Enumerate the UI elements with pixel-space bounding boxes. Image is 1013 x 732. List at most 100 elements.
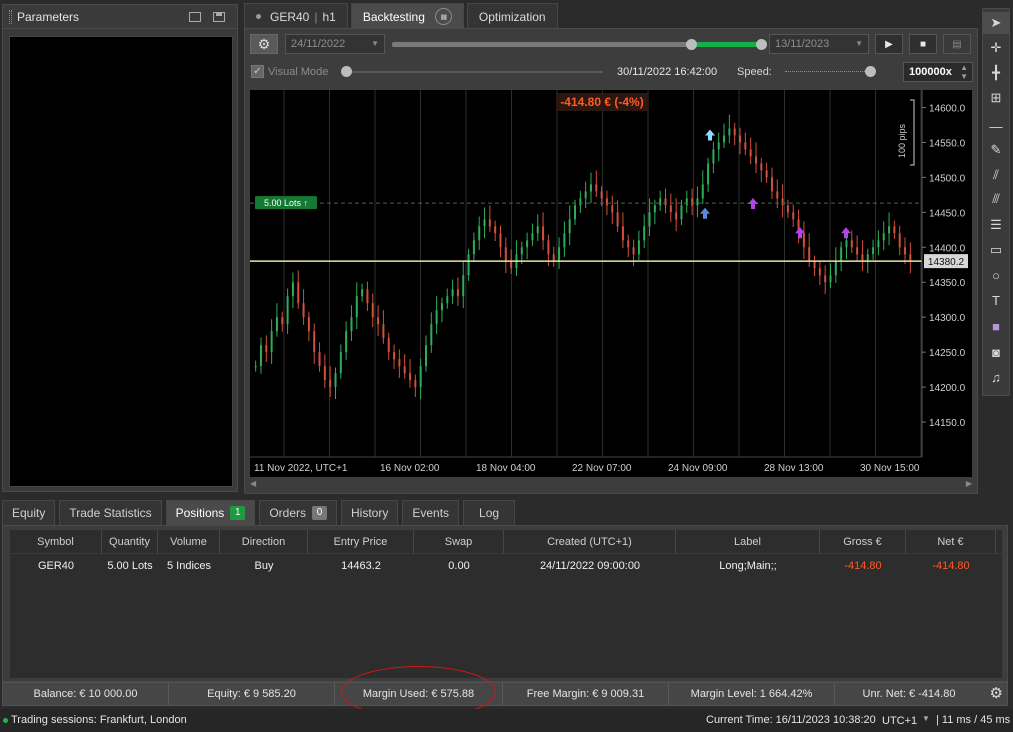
column-header[interactable]: Created (UTC+1) xyxy=(504,530,676,554)
candle-body xyxy=(488,219,491,227)
end-knob[interactable] xyxy=(756,39,767,50)
ellipse-icon[interactable]: ○ xyxy=(983,264,1009,286)
margin-used-value: Margin Used: € 575.88 xyxy=(335,683,503,705)
column-header[interactable]: Symbol xyxy=(10,530,102,554)
zoom-icon[interactable]: ⊞ xyxy=(983,87,1009,109)
timezone-select[interactable]: UTC+1 xyxy=(882,715,917,727)
tab-events[interactable]: Events xyxy=(402,500,460,525)
start-date-input[interactable]: 24/11/2022 ▼ xyxy=(285,34,385,54)
spinner-icon[interactable]: ▲ ▼ xyxy=(960,63,968,81)
candle-body xyxy=(621,226,624,241)
scroll-right-icon[interactable]: ▶ xyxy=(966,479,972,488)
open-folder-icon[interactable] xyxy=(189,11,201,22)
lots-label: 5.00 Lots ↑ xyxy=(264,198,308,208)
settings-gear-button[interactable]: ⚙ xyxy=(250,34,278,54)
chevron-down-icon: ▼ xyxy=(371,39,379,48)
alert-bell-icon[interactable]: ♫ xyxy=(983,366,1009,388)
candle-body xyxy=(254,366,257,368)
candle-body xyxy=(275,317,278,332)
table-row[interactable]: GER40 5.00 Lots 5 Indices Buy 14463.2 0.… xyxy=(10,554,1002,578)
camera-icon[interactable]: ◙ xyxy=(983,341,1009,363)
visual-mode-knob[interactable] xyxy=(341,66,352,77)
time-tick-label: 18 Nov 04:00 xyxy=(476,463,536,474)
candle-body xyxy=(717,142,720,150)
column-header[interactable]: Volume xyxy=(158,530,220,554)
crosshair-icon[interactable]: ✛ xyxy=(983,37,1009,59)
chart-horizontal-scrollbar[interactable]: ◀ ▶ xyxy=(250,478,972,490)
candle-body xyxy=(440,303,443,311)
symbol-label: GER40 xyxy=(270,9,310,24)
tab-equity[interactable]: Equity xyxy=(2,500,56,525)
crosshair-cursor-icon[interactable]: ╋ xyxy=(983,62,1009,84)
speed-value: 100000x xyxy=(909,66,952,78)
tab-symbol[interactable]: GER40 | h1 xyxy=(244,3,348,29)
gear-icon[interactable]: ⚙ xyxy=(990,684,1003,702)
horizontal-line-icon[interactable]: — xyxy=(983,115,1009,137)
candle-body xyxy=(760,163,763,171)
speed-input[interactable]: 100000x ▲ ▼ xyxy=(903,62,973,82)
tab-history[interactable]: History xyxy=(341,500,399,525)
tab-orders[interactable]: Orders 0 xyxy=(259,500,337,525)
cursor-icon[interactable]: ➤ xyxy=(983,12,1009,34)
play-button[interactable]: ▶ xyxy=(875,34,903,54)
candle-body xyxy=(329,380,332,388)
candle-body xyxy=(563,233,566,248)
price-chart[interactable]: 5.00 Lots ↑ 14600.0 14550.0 14500.0 14450.0 1… xyxy=(250,90,972,477)
speed-knob[interactable] xyxy=(865,66,876,77)
trend-line-icon[interactable]: ✎ xyxy=(983,139,1009,161)
column-header[interactable]: Label xyxy=(676,530,820,554)
tab-backtesting[interactable]: Backtesting ▮▮ xyxy=(350,3,464,29)
price-tick-label: 14500.0 xyxy=(929,173,966,184)
tab-optimization[interactable]: Optimization xyxy=(466,3,558,29)
column-header[interactable]: Entry Price xyxy=(308,530,414,554)
column-header[interactable]: Net € xyxy=(906,530,996,554)
column-header[interactable]: Quantity xyxy=(102,530,158,554)
scroll-left-icon[interactable]: ◀ xyxy=(250,479,256,488)
candle-body xyxy=(552,254,555,262)
column-header[interactable]: Swap xyxy=(414,530,504,554)
candle-body xyxy=(680,205,683,220)
connection-status-icon xyxy=(3,718,8,723)
color-picker-icon[interactable]: ■ xyxy=(983,315,1009,337)
rectangle-icon[interactable]: ▭ xyxy=(983,239,1009,261)
account-status-bar: Balance: € 10 000.00 Equity: € 9 585.20 … xyxy=(2,682,1008,706)
pause-icon[interactable]: ▮▮ xyxy=(434,8,452,25)
candle-body xyxy=(409,373,412,381)
buy-arrow-icon xyxy=(700,207,710,219)
candlestick-chart[interactable]: 5.00 Lots ↑ 14600.0 14550.0 14500.0 14450.0 1… xyxy=(250,90,972,477)
end-date-input[interactable]: 13/11/2023 ▼ xyxy=(769,34,869,54)
drag-grip-icon[interactable] xyxy=(9,9,12,24)
backtest-controls: ⚙ 24/11/2022 ▼ 13/11/2023 ▼ ▶ ■ ▤ xyxy=(250,33,972,55)
fibonacci-icon[interactable]: ☰ xyxy=(983,214,1009,236)
candle-body xyxy=(483,219,486,227)
speed-slider[interactable] xyxy=(785,66,876,77)
tab-positions[interactable]: Positions 1 xyxy=(165,500,256,525)
candle-body xyxy=(307,317,310,332)
candle-body xyxy=(526,240,529,248)
tab-trade-statistics[interactable]: Trade Statistics xyxy=(59,500,162,525)
candle-body xyxy=(685,198,688,206)
save-report-button[interactable]: ▤ xyxy=(943,34,971,54)
candle-body xyxy=(792,212,795,220)
candle-body xyxy=(824,275,827,283)
tab-log[interactable]: Log xyxy=(463,500,516,525)
cell-label: Long;Main;; xyxy=(719,560,777,572)
cell-quantity: 5.00 Lots xyxy=(107,560,153,572)
candle-body xyxy=(270,331,273,353)
andrews-pitchfork-icon[interactable]: ⫻ xyxy=(983,188,1009,210)
time-tick-label: 28 Nov 13:00 xyxy=(764,463,824,474)
save-icon[interactable] xyxy=(213,11,225,22)
candle-body xyxy=(813,261,816,269)
progress-knob[interactable] xyxy=(686,39,697,50)
visual-mode-slider[interactable] xyxy=(341,66,603,77)
text-icon[interactable]: T xyxy=(983,289,1009,311)
candle-body xyxy=(542,226,545,241)
column-header[interactable]: Direction xyxy=(220,530,308,554)
column-header[interactable]: Gross € xyxy=(820,530,906,554)
backtesting-panel: ⚙ 24/11/2022 ▼ 13/11/2023 ▼ ▶ ■ ▤ ✓ Visu… xyxy=(244,28,978,494)
backtest-progress-slider[interactable] xyxy=(392,39,767,50)
stop-button[interactable]: ■ xyxy=(909,34,937,54)
visual-mode-checkbox[interactable]: ✓ xyxy=(251,65,264,78)
chevron-down-icon[interactable]: ▼ xyxy=(922,714,930,723)
channel-icon[interactable]: ⫽ xyxy=(983,164,1009,186)
